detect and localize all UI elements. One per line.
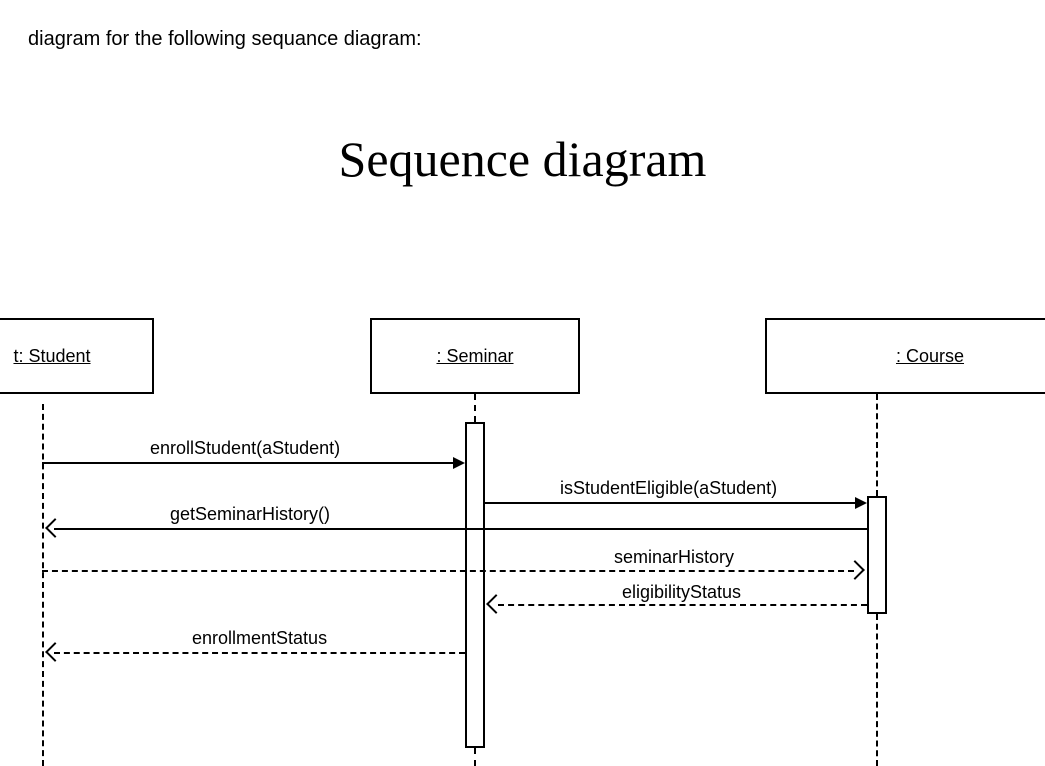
arrow-m4	[42, 570, 854, 572]
label-m6: enrollmentStatus	[192, 628, 327, 649]
activation-seminar	[465, 422, 485, 748]
arrow-m6	[54, 652, 465, 654]
arrowhead-m2	[855, 497, 867, 509]
arrow-m3	[54, 528, 867, 530]
lifeline-seminar-label: : Seminar	[436, 346, 513, 367]
arrow-m2	[485, 502, 865, 504]
arrow-m5	[498, 604, 867, 606]
arrowhead-m3	[45, 518, 65, 538]
label-m5: eligibilityStatus	[622, 582, 741, 603]
arrow-m1	[42, 462, 463, 464]
lifeline-course: : Course	[765, 318, 1045, 394]
lifeline-student-line	[42, 404, 44, 766]
lifeline-student-label: t: Student	[13, 346, 90, 367]
activation-course	[867, 496, 887, 614]
label-m1: enrollStudent(aStudent)	[150, 438, 340, 459]
sequence-diagram-page: diagram for the following sequance diagr…	[0, 0, 1045, 766]
lifeline-seminar-line-bottom	[474, 748, 476, 766]
lifeline-course-line-bottom	[876, 614, 878, 766]
arrowhead-m1	[453, 457, 465, 469]
arrowhead-m4	[845, 560, 865, 580]
label-m2: isStudentEligible(aStudent)	[560, 478, 777, 499]
lifeline-seminar-line-top	[474, 394, 476, 422]
label-m4: seminarHistory	[614, 547, 734, 568]
caption-text: diagram for the following sequance diagr…	[28, 28, 422, 51]
lifeline-seminar: : Seminar	[370, 318, 580, 394]
label-m3: getSeminarHistory()	[170, 504, 330, 525]
arrowhead-m5	[486, 594, 506, 614]
arrowhead-m6	[45, 642, 65, 662]
diagram-title: Sequence diagram	[0, 130, 1045, 188]
lifeline-course-line-top	[876, 394, 878, 496]
lifeline-student: t: Student	[0, 318, 154, 394]
lifeline-course-label: : Course	[896, 346, 964, 367]
